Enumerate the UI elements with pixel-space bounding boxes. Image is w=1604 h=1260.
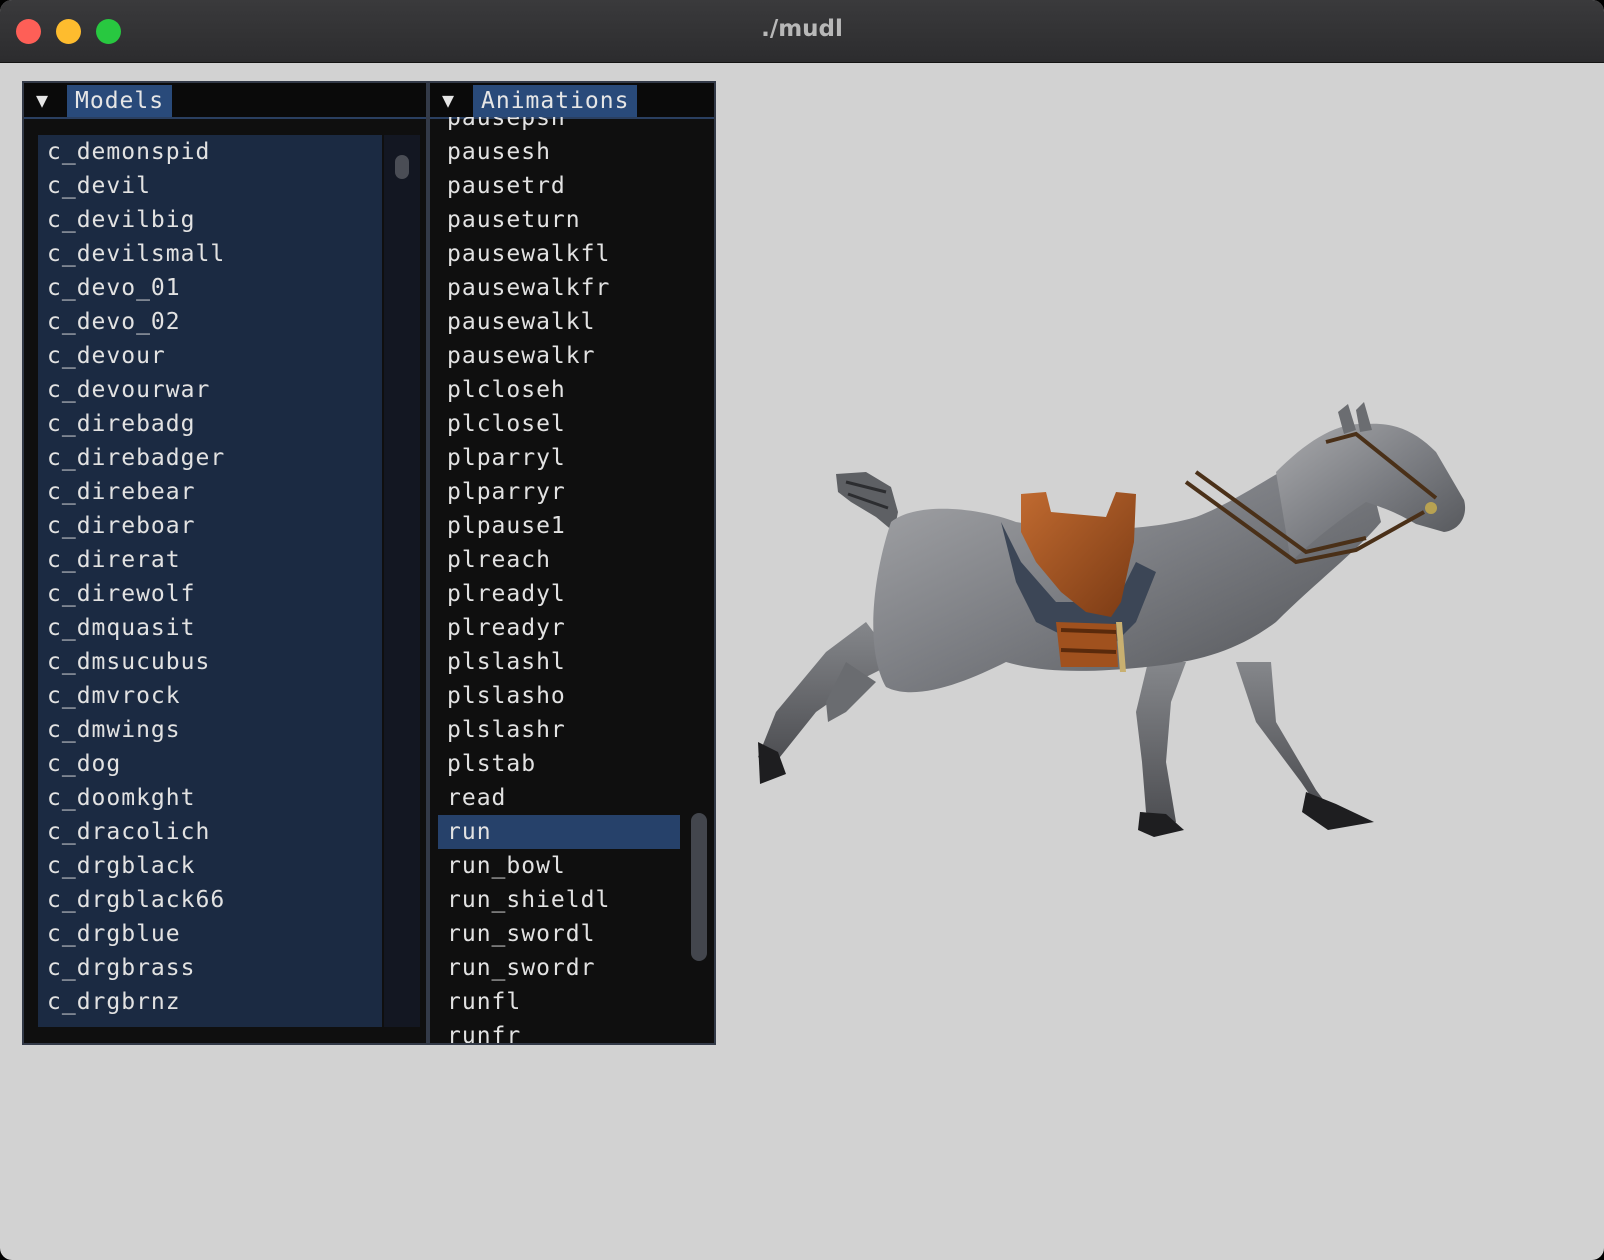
animation-list-item[interactable]: run_swordl bbox=[438, 917, 680, 951]
animation-list-item[interactable]: plparryr bbox=[438, 475, 680, 509]
animation-list-item[interactable]: plslasho bbox=[438, 679, 680, 713]
animation-list-item[interactable]: plstab bbox=[438, 747, 680, 781]
animations-scrollbar[interactable] bbox=[686, 119, 712, 1043]
animation-list-item[interactable]: run bbox=[438, 815, 680, 849]
animation-list-item[interactable]: pausewalkr bbox=[438, 339, 680, 373]
model-list-item[interactable]: c_devo_02 bbox=[38, 305, 382, 339]
model-list-item[interactable]: c_devo_01 bbox=[38, 271, 382, 305]
models-tab[interactable]: Models bbox=[67, 85, 173, 117]
model-list-item[interactable]: c_devour bbox=[38, 339, 382, 373]
collapse-arrow-icon[interactable]: ▼ bbox=[442, 88, 454, 112]
models-list[interactable]: c_demonspid c_devil c_devilbig c_devilsmall… bbox=[38, 135, 382, 1027]
animation-list-item[interactable]: plclosel bbox=[438, 407, 680, 441]
animations-list[interactable]: pausepsn pausesh pausetrd pauseturn pausewal… bbox=[438, 117, 680, 1043]
model-list-item[interactable]: c_dog bbox=[38, 747, 382, 781]
animation-list-item[interactable]: plslashl bbox=[438, 645, 680, 679]
animation-list-item[interactable]: pausewalkfl bbox=[438, 237, 680, 271]
animation-list-item[interactable]: plslashr bbox=[438, 713, 680, 747]
models-scrollbar[interactable] bbox=[384, 135, 420, 1027]
model-list-item[interactable]: c_drgblack66 bbox=[38, 883, 382, 917]
animations-panel: ▼ Animations pausepsn pausesh pausetrd paus… bbox=[428, 81, 716, 1045]
animation-list-item[interactable]: runfr bbox=[438, 1019, 680, 1043]
model-list-item[interactable]: c_doomkght bbox=[38, 781, 382, 815]
model-list-item[interactable]: c_direbadger bbox=[38, 441, 382, 475]
animations-scrollbar-thumb[interactable] bbox=[691, 813, 707, 961]
animation-list-item[interactable]: runfl bbox=[438, 985, 680, 1019]
animation-list-item[interactable]: pausepsn bbox=[438, 117, 680, 135]
app-window: ./mudl ▼ Models c_demonspid c_devil c_devi… bbox=[0, 0, 1604, 1260]
model-list-item[interactable]: c_devourwar bbox=[38, 373, 382, 407]
title-bar[interactable]: ./mudl bbox=[0, 0, 1604, 63]
model-list-item[interactable]: c_dmsucubus bbox=[38, 645, 382, 679]
model-list-item[interactable]: c_dmvrock bbox=[38, 679, 382, 713]
animation-list-item[interactable]: run_bowl bbox=[438, 849, 680, 883]
animation-list-item[interactable]: pausewalkl bbox=[438, 305, 680, 339]
animation-list-item[interactable]: pausesh bbox=[438, 135, 680, 169]
models-panel: ▼ Models c_demonspid c_devil c_devilbig c_d… bbox=[22, 81, 428, 1045]
model-viewport[interactable] bbox=[716, 62, 1604, 1260]
model-list-item[interactable]: c_drgbrnz bbox=[38, 985, 382, 1019]
animation-list-item[interactable]: plparryl bbox=[438, 441, 680, 475]
animation-list-item[interactable]: plcloseh bbox=[438, 373, 680, 407]
horse-model-render bbox=[758, 402, 1466, 837]
model-list-item[interactable]: c_direbear bbox=[38, 475, 382, 509]
model-list-item[interactable]: c_direwolf bbox=[38, 577, 382, 611]
animation-list-item[interactable]: plreadyr bbox=[438, 611, 680, 645]
model-list-item[interactable]: c_direrat bbox=[38, 543, 382, 577]
animation-list-item[interactable]: pauseturn bbox=[438, 203, 680, 237]
window-title: ./mudl bbox=[761, 16, 843, 42]
collapse-arrow-icon[interactable]: ▼ bbox=[36, 88, 48, 112]
models-scrollbar-thumb[interactable] bbox=[395, 155, 409, 179]
animation-list-item[interactable]: run_shieldl bbox=[438, 883, 680, 917]
animation-list-item[interactable]: read bbox=[438, 781, 680, 815]
model-list-item[interactable]: c_dmwings bbox=[38, 713, 382, 747]
animation-list-item[interactable]: run_swordr bbox=[438, 951, 680, 985]
model-list-item[interactable]: c_drgblue bbox=[38, 917, 382, 951]
model-list-item[interactable]: c_devilbig bbox=[38, 203, 382, 237]
model-list-item[interactable]: c_devil bbox=[38, 169, 382, 203]
model-list-item[interactable]: c_direbadg bbox=[38, 407, 382, 441]
animation-list-item[interactable]: pausewalkfr bbox=[438, 271, 680, 305]
model-list-item[interactable]: c_direboar bbox=[38, 509, 382, 543]
animations-tab[interactable]: Animations bbox=[473, 85, 638, 117]
model-list-item[interactable]: c_drgblack bbox=[38, 849, 382, 883]
model-list-item[interactable]: c_dmquasit bbox=[38, 611, 382, 645]
animation-list-item[interactable]: plreach bbox=[438, 543, 680, 577]
models-panel-header[interactable]: ▼ Models bbox=[24, 83, 426, 119]
model-list-item[interactable]: c_demonspid bbox=[38, 135, 382, 169]
model-list-item[interactable]: c_drgbrass bbox=[38, 951, 382, 985]
model-list-item[interactable]: c_dracolich bbox=[38, 815, 382, 849]
animations-panel-header[interactable]: ▼ Animations bbox=[430, 83, 714, 119]
model-list-item[interactable]: c_devilsmall bbox=[38, 237, 382, 271]
animation-list-item[interactable]: plpause1 bbox=[438, 509, 680, 543]
animation-list-item[interactable]: plreadyl bbox=[438, 577, 680, 611]
animation-list-item[interactable]: pausetrd bbox=[438, 169, 680, 203]
